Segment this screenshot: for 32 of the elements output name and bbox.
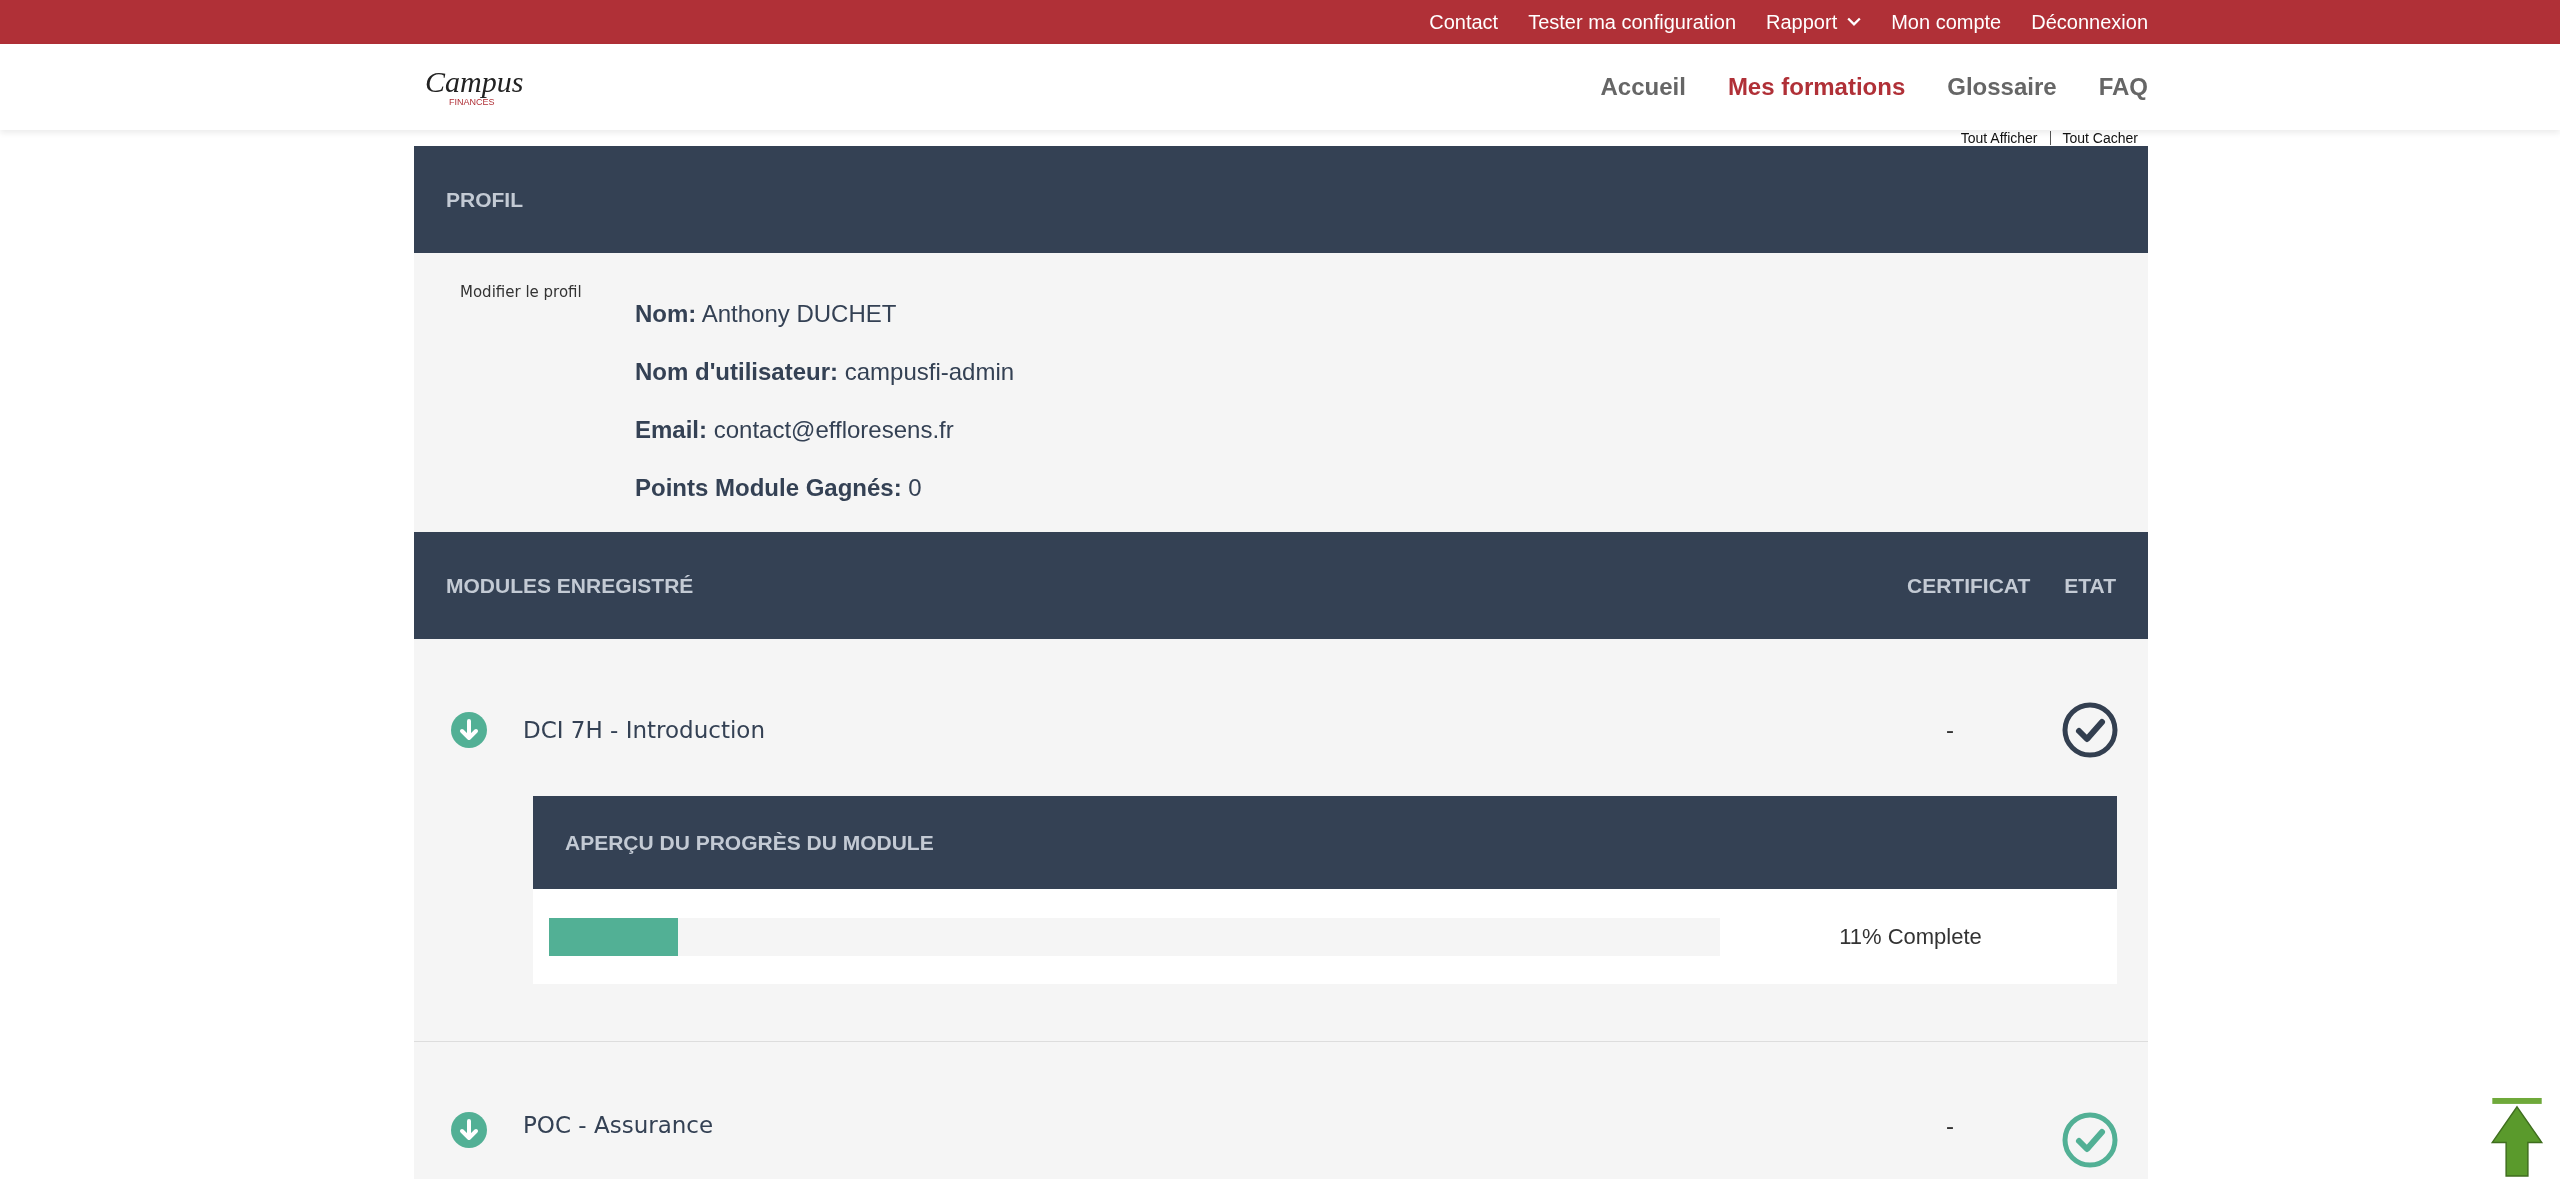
toggle-link[interactable]: Tout Afficher — [1960, 130, 2038, 146]
certificate-value: - — [1946, 1112, 1954, 1140]
top-link[interactable]: Mon compte — [1891, 10, 2002, 34]
column-header: ETAT — [2064, 573, 2116, 598]
module-title[interactable]: DCI 7H - Introduction — [523, 717, 1946, 743]
logo-text[interactable]: Campus — [425, 67, 524, 97]
top-link[interactable]: Rapport — [1766, 10, 1862, 34]
top-link[interactable]: Contact — [1429, 10, 1499, 34]
profile-field: Nom: Anthony DUCHET — [635, 299, 1015, 328]
edit-profile-link[interactable]: Modifier le profil — [460, 283, 635, 532]
module-title[interactable]: POC - Assurance — [523, 1112, 1946, 1138]
section-title: PROFIL — [446, 187, 523, 212]
expand-icon[interactable] — [451, 712, 487, 748]
top-link[interactable]: Tester ma configuration — [1528, 10, 1737, 34]
profile-field: Nom d'utilisateur: campusfi-admin — [635, 357, 1015, 386]
nav-link[interactable]: FAQ — [2098, 73, 2148, 101]
scroll-to-top-icon[interactable] — [2490, 1097, 2546, 1178]
top-link[interactable]: Déconnexion — [2031, 10, 2148, 34]
nav-link[interactable]: Glossaire — [1947, 73, 2057, 101]
toggle-link[interactable]: Tout Cacher — [2062, 130, 2138, 146]
profile-field: Email: contact@effloresens.fr — [635, 415, 1015, 444]
progress-title: APERÇU DU PROGRÈS DU MODULE — [565, 830, 934, 855]
nav-link[interactable]: Accueil — [1600, 73, 1686, 101]
section-title: MODULES ENREGISTRÉ — [446, 573, 695, 598]
nav-link[interactable]: Mes formations — [1727, 73, 1906, 101]
chevron-icon — [1847, 17, 1862, 27]
logo-subtitle[interactable]: FINANCES — [449, 97, 495, 107]
expand-icon[interactable] — [451, 1112, 487, 1148]
column-header: CERTIFICAT — [1907, 573, 2031, 598]
progress-reading: 11% Complete — [1838, 923, 1983, 950]
certificate-value: - — [1946, 716, 1954, 744]
profile-field: Points Module Gagnés: 0 — [635, 473, 1015, 502]
